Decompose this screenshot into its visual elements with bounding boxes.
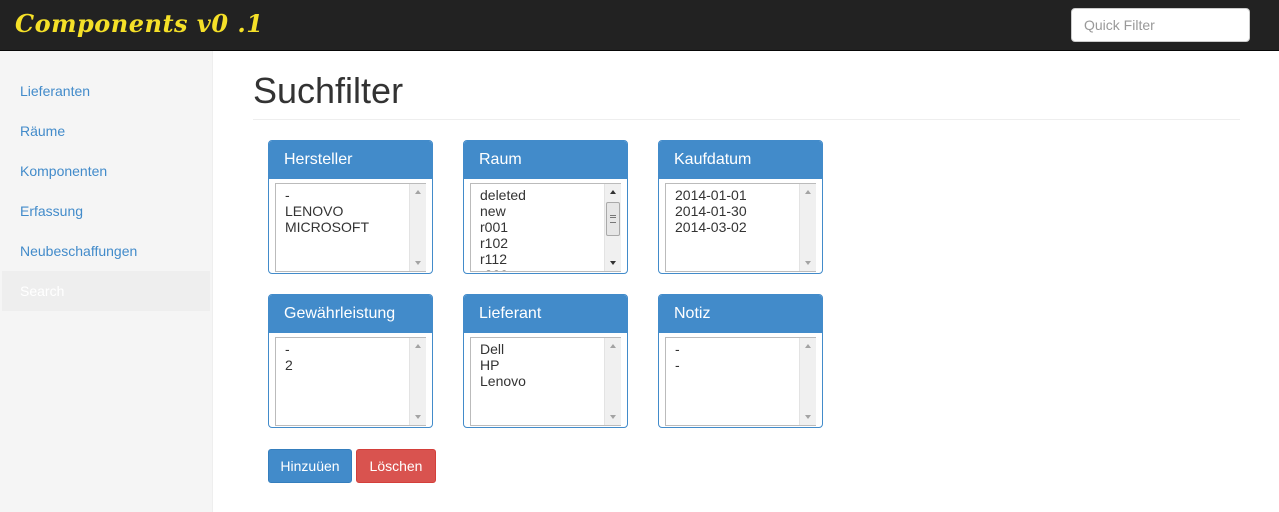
list-option[interactable]: LENOVO (285, 203, 409, 219)
scroll-up-icon[interactable] (415, 344, 421, 348)
add-button[interactable]: Hinzuüen (268, 449, 352, 483)
page-title: Suchfilter (253, 70, 404, 111)
sidebar-item-erfassung[interactable]: Erfassung (0, 191, 210, 231)
sidebar-item-search[interactable]: Search (2, 271, 210, 311)
list-option[interactable]: - (285, 341, 409, 357)
scroll-up-icon[interactable] (415, 190, 421, 194)
scroll-down-icon[interactable] (415, 415, 421, 419)
scroll-down-icon[interactable] (415, 261, 421, 265)
list-option[interactable]: - (285, 187, 409, 203)
list-option[interactable]: 2014-01-01 (675, 187, 799, 203)
filter-panel-raum: Raum deleted new r001 r102 r112 r200 (463, 140, 628, 274)
sidebar-item-neubeschaffungen[interactable]: Neubeschaffungen (0, 231, 210, 271)
hersteller-listbox[interactable]: - LENOVO MICROSOFT (275, 183, 426, 272)
panel-heading: Hersteller (269, 141, 432, 179)
filter-panel-kaufdatum: Kaufdatum 2014-01-01 2014-01-30 2014-03-… (658, 140, 823, 274)
title-divider (253, 119, 1240, 120)
filter-panel-hersteller: Hersteller - LENOVO MICROSOFT (268, 140, 433, 274)
scrollbar[interactable] (604, 184, 621, 271)
delete-button[interactable]: Löschen (356, 449, 436, 483)
scroll-thumb[interactable] (606, 202, 620, 236)
panel-heading: Raum (464, 141, 627, 179)
list-option[interactable]: HP (480, 357, 604, 373)
main-content: Suchfilter (253, 51, 1240, 120)
filter-panel-gewaehrleistung: Gewährleistung - 2 (268, 294, 433, 428)
panel-heading: Lieferant (464, 295, 627, 333)
scrollbar[interactable] (604, 338, 621, 425)
sidebar-item-komponenten[interactable]: Komponenten (0, 151, 210, 191)
scroll-down-icon[interactable] (805, 415, 811, 419)
scroll-up-icon[interactable] (805, 190, 811, 194)
top-navbar: Components v0 .1 (0, 0, 1279, 51)
scroll-up-icon[interactable] (805, 344, 811, 348)
list-option[interactable]: Dell (480, 341, 604, 357)
scroll-down-icon[interactable] (805, 261, 811, 265)
sidebar-item-raeume[interactable]: Räume (0, 111, 210, 151)
scrollbar[interactable] (799, 338, 816, 425)
list-option[interactable]: new (480, 203, 604, 219)
lieferant-listbox[interactable]: Dell HP Lenovo (470, 337, 621, 426)
kaufdatum-listbox[interactable]: 2014-01-01 2014-01-30 2014-03-02 (665, 183, 816, 272)
list-option[interactable]: 2014-03-02 (675, 219, 799, 235)
list-option[interactable]: deleted (480, 187, 604, 203)
list-option[interactable]: 2014-01-30 (675, 203, 799, 219)
list-option[interactable]: Lenovo (480, 373, 604, 389)
scroll-down-icon[interactable] (610, 415, 616, 419)
scroll-down-icon[interactable] (610, 261, 616, 265)
gewaehrleistung-listbox[interactable]: - 2 (275, 337, 426, 426)
list-option[interactable]: - (675, 357, 799, 373)
panel-heading: Gewährleistung (269, 295, 432, 333)
panel-heading: Kaufdatum (659, 141, 822, 179)
scrollbar[interactable] (799, 184, 816, 271)
sidebar-item-lieferanten[interactable]: Lieferanten (0, 71, 210, 111)
quick-filter-input[interactable] (1071, 8, 1250, 42)
scrollbar[interactable] (409, 338, 426, 425)
scroll-up-icon[interactable] (610, 344, 616, 348)
sidebar: Lieferanten Räume Komponenten Erfassung … (0, 51, 213, 512)
list-option[interactable]: r001 (480, 219, 604, 235)
filter-panel-notiz: Notiz - - (658, 294, 823, 428)
list-option[interactable]: - (675, 341, 799, 357)
raum-listbox[interactable]: deleted new r001 r102 r112 r200 (470, 183, 621, 272)
scrollbar[interactable] (409, 184, 426, 271)
list-option[interactable]: r102 (480, 235, 604, 251)
list-option[interactable]: MICROSOFT (285, 219, 409, 235)
brand-logo[interactable]: Components v0 .1 (15, 9, 263, 38)
scroll-up-icon[interactable] (610, 190, 616, 194)
list-option[interactable]: r112 (480, 251, 604, 267)
list-option[interactable]: r200 (480, 267, 604, 271)
list-option[interactable]: 2 (285, 357, 409, 373)
filter-panel-lieferant: Lieferant Dell HP Lenovo (463, 294, 628, 428)
panel-heading: Notiz (659, 295, 822, 333)
notiz-listbox[interactable]: - - (665, 337, 816, 426)
